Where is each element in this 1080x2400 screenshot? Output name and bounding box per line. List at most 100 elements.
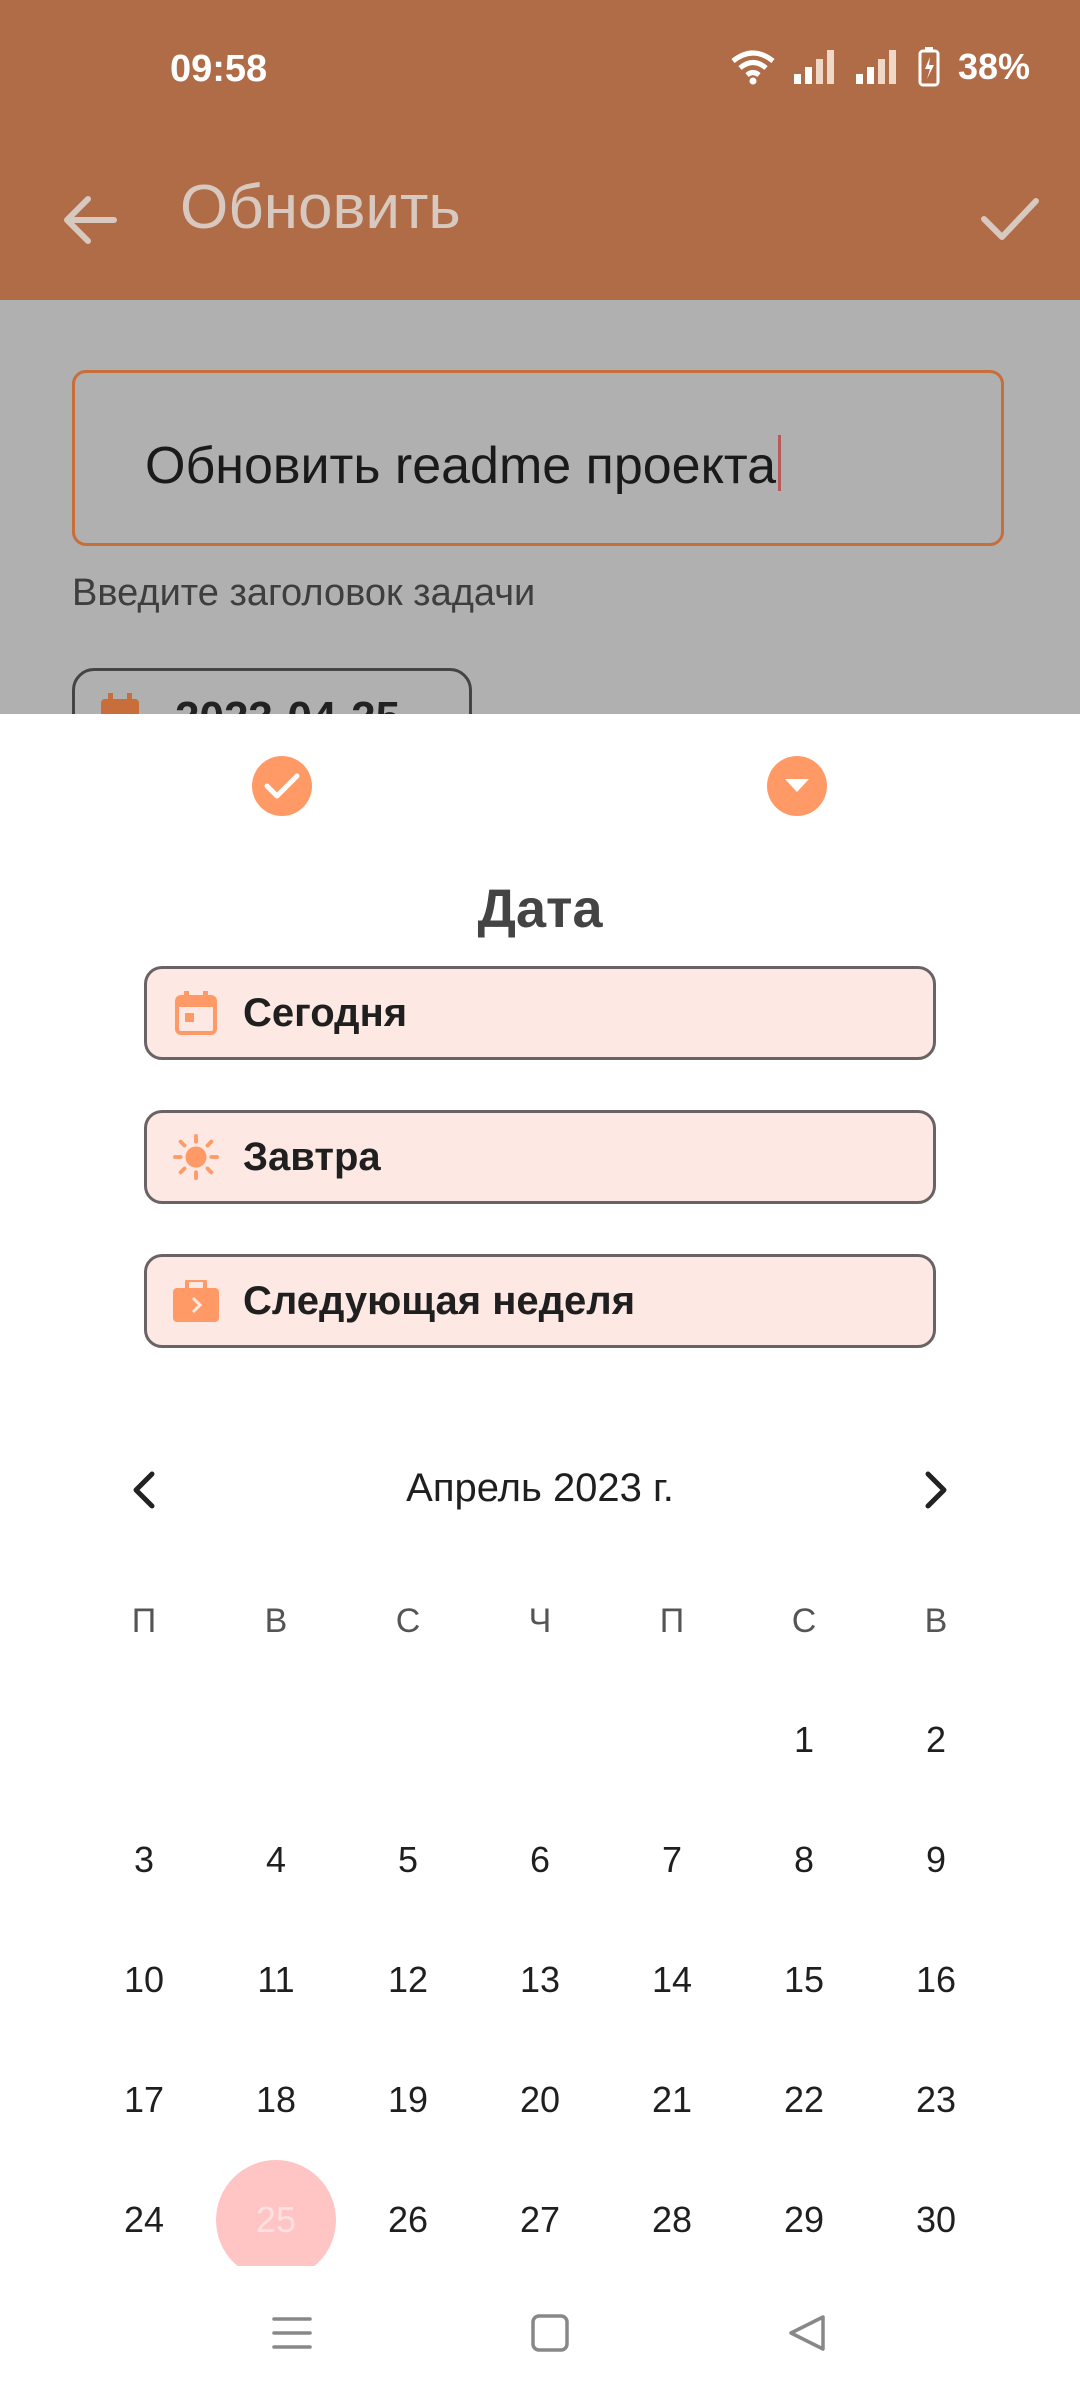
day-number: 9 [925,1839,947,1880]
calendar-day[interactable]: 19 [342,2060,474,2140]
text-caret [778,435,782,491]
calendar-day[interactable]: 16 [870,1940,1002,2020]
day-number: 17 [123,2079,165,2120]
day-number: 15 [783,1959,825,2000]
status-icons: 38% [730,46,1030,88]
weekday-label: С [395,1602,421,1640]
day-number: 11 [257,1959,295,2000]
briefcase-icon [173,1278,219,1324]
weekday-label: Ч [528,1602,552,1640]
wifi-icon [731,50,775,85]
calendar-day[interactable]: 17 [78,2060,210,2140]
confirm-date-button[interactable] [252,756,312,816]
arrow-left-icon [64,196,117,244]
calendar-day[interactable]: 18 [210,2060,342,2140]
calendar-day[interactable]: 5 [342,1820,474,1900]
calendar-day[interactable]: 21 [606,2060,738,2140]
calendar-day[interactable]: 6 [474,1820,606,1900]
sun-icon [173,1134,219,1180]
day-number: 5 [397,1839,419,1880]
option-next-week[interactable]: Следующая неделя [144,1254,936,1348]
calendar-day[interactable]: 9 [870,1820,1002,1900]
calendar-days-grid: 1 2 3 4 5 6 7 8 9 10 11 12 13 14 15 16 17 18 19 20 21 22 23 24 2… [78,1700,1002,2280]
option-today[interactable]: Сегодня [144,966,936,1060]
day-number: 29 [783,2199,825,2240]
calendar-day[interactable]: 14 [606,1940,738,2020]
back-nav-button[interactable] [772,2298,842,2368]
weekday-label: В [264,1602,288,1640]
calendar-day[interactable]: 11 [210,1940,342,2020]
calendar-day[interactable]: 27 [474,2180,606,2260]
option-label: Следующая неделя [243,1278,636,1323]
calendar-day-selected[interactable]: 25 [210,2160,342,2280]
check-icon [264,773,300,799]
day-number: 20 [519,2079,561,2120]
calendar-day[interactable]: 10 [78,1940,210,2020]
calendar-day[interactable]: 23 [870,2060,1002,2140]
calendar-day[interactable]: 24 [78,2180,210,2260]
day-number: 21 [651,2079,693,2120]
day-number: 10 [123,1959,165,2000]
calendar-icon [173,990,219,1036]
back-button[interactable] [50,180,130,260]
calendar-day[interactable]: 2 [870,1700,1002,1780]
caret-down-icon [785,779,809,792]
task-title-field[interactable]: Обновить readme проекта [72,370,1004,546]
day-number: 13 [519,1959,561,2000]
day-number: 24 [123,2199,165,2240]
page-title: Обновить [180,173,461,242]
day-number: 27 [519,2199,561,2240]
calendar-day[interactable]: 1 [738,1700,870,1780]
calendar-day[interactable]: 13 [474,1940,606,2020]
weekday-label: С [791,1602,817,1640]
menu-nav-button[interactable] [257,2298,327,2368]
task-title-value: Обновить readme проекта [145,437,777,495]
check-icon [981,198,1039,240]
day-number: 12 [387,1959,429,2000]
next-month-button[interactable] [912,1460,962,1520]
calendar-day[interactable]: 15 [738,1940,870,2020]
home-nav-button[interactable] [515,2298,585,2368]
calendar-day[interactable]: 8 [738,1820,870,1900]
signal-icon [793,50,834,84]
menu-icon [272,2317,312,2349]
day-number: 16 [915,1959,957,2000]
day-number: 23 [915,2079,957,2120]
collapse-sheet-button[interactable] [767,756,827,816]
calendar-day[interactable]: 7 [606,1820,738,1900]
day-number: 18 [255,2079,297,2120]
option-label: Сегодня [243,990,408,1035]
battery-icon [918,47,940,87]
day-number: 26 [387,2199,429,2240]
day-number: 8 [793,1839,815,1880]
triangle-back-icon [789,2315,825,2351]
day-number: 14 [651,1959,693,2000]
option-tomorrow[interactable]: Завтра [144,1110,936,1204]
weekday-label: П [659,1602,685,1640]
day-number: 30 [915,2199,957,2240]
weekday-label: П [131,1602,157,1640]
calendar-day[interactable]: 28 [606,2180,738,2260]
chevron-right-icon [925,1471,947,1509]
calendar-day[interactable]: 12 [342,1940,474,2020]
day-number: 7 [661,1839,683,1880]
save-button[interactable] [970,178,1050,258]
calendar-day[interactable]: 20 [474,2060,606,2140]
calendar-day[interactable]: 4 [210,1820,342,1900]
day-number: 19 [387,2079,429,2120]
day-number: 3 [133,1839,155,1880]
option-label: Завтра [243,1134,381,1179]
calendar-day[interactable]: 30 [870,2180,1002,2260]
weekday-label: В [924,1602,948,1640]
calendar-day[interactable]: 3 [78,1820,210,1900]
day-number: 6 [529,1839,551,1880]
calendar-day[interactable]: 29 [738,2180,870,2260]
task-title-hint: Введите заголовок задачи [72,572,536,614]
calendar-day[interactable]: 22 [738,2060,870,2140]
day-number: 2 [925,1719,947,1760]
app-bar: Обновить [0,140,1080,300]
calendar-day[interactable]: 26 [342,2180,474,2260]
day-number: 28 [651,2199,693,2240]
signal-icon [855,50,896,84]
day-number: 22 [783,2079,825,2120]
